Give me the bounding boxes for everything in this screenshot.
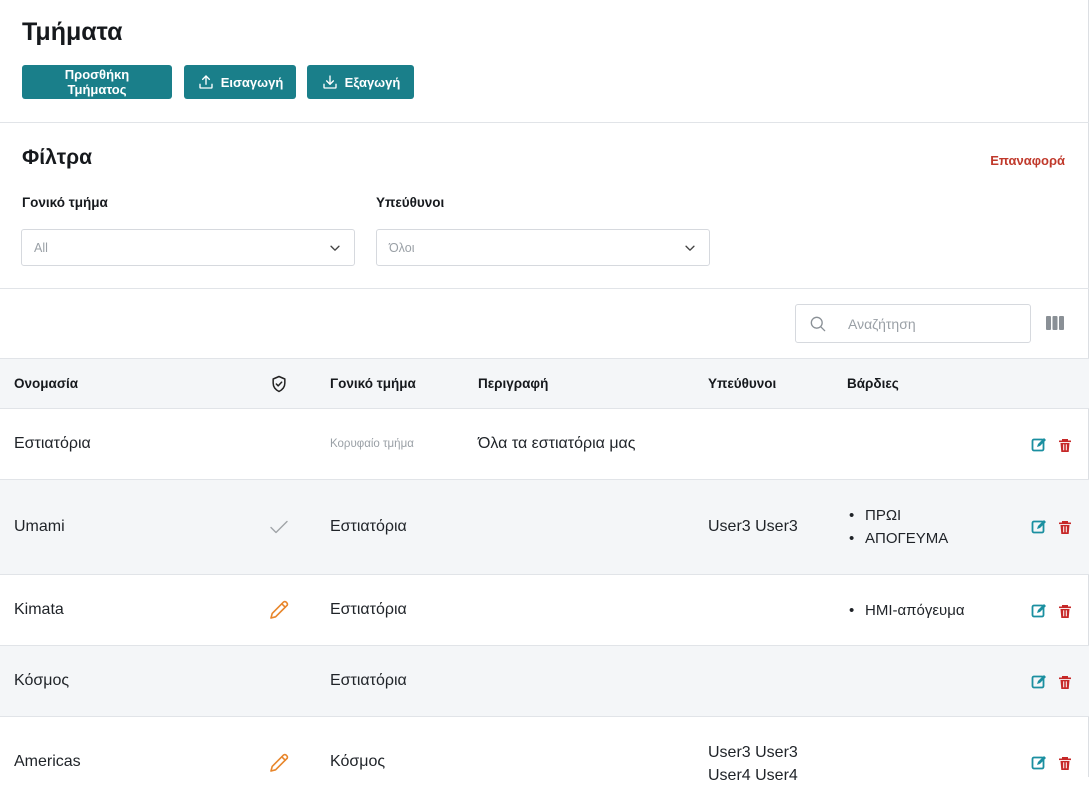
row-owners: User3 User3 User4 User4 xyxy=(708,741,798,787)
row-parent: Εστιατόρια xyxy=(330,672,407,689)
table-row[interactable]: Εστιατόρια Κορυφαίο τμήμα Όλα τα εστιατό… xyxy=(0,409,1089,480)
owners-filter-label: Υπεύθυνοι xyxy=(376,195,445,210)
page-title: Τμήματα xyxy=(22,18,123,46)
parent-filter-value: All xyxy=(34,240,48,255)
delete-icon[interactable] xyxy=(1057,603,1073,619)
row-name: Umami xyxy=(14,518,65,535)
delete-icon[interactable] xyxy=(1057,437,1073,453)
columns-icon[interactable] xyxy=(1046,315,1064,331)
delete-icon[interactable] xyxy=(1057,519,1073,535)
search-box[interactable] xyxy=(795,304,1031,343)
download-icon xyxy=(322,75,337,89)
row-parent: Κορυφαίο τμήμα xyxy=(330,438,414,450)
add-department-button[interactable]: Προσθήκη Τμήματος xyxy=(22,65,172,99)
edit-icon[interactable] xyxy=(1031,603,1047,619)
owners-filter-select[interactable]: Όλοι xyxy=(376,229,710,266)
row-parent: Εστιατόρια xyxy=(330,518,407,535)
shift-item: ΗΜΙ-απόγευμα xyxy=(847,599,965,622)
check-icon xyxy=(270,520,288,534)
owner-name: User3 User3 xyxy=(708,744,798,761)
row-shifts: ΠΡΩΙ ΑΠΟΓΕΥΜΑ xyxy=(847,504,948,550)
export-label: Εξαγωγή xyxy=(344,74,401,90)
parent-filter-select[interactable]: All xyxy=(21,229,355,266)
chevron-down-icon xyxy=(330,245,340,251)
row-name: Americas xyxy=(14,753,81,770)
delete-icon[interactable] xyxy=(1057,674,1073,690)
row-description: Όλα τα εστιατόρια μας xyxy=(478,435,636,452)
column-header-name[interactable]: Ονομασία xyxy=(14,376,78,391)
column-header-owners[interactable]: Υπεύθυνοι xyxy=(708,376,776,391)
edit-icon[interactable] xyxy=(1031,755,1047,771)
table-row[interactable]: Κόσμος Εστιατόρια xyxy=(0,646,1089,717)
row-name: Κόσμος xyxy=(14,672,70,689)
shield-check-icon xyxy=(272,375,286,393)
table-header: Ονομασία Γονικό τμήμα Περιγραφή Υπεύθυνο… xyxy=(0,358,1089,409)
row-name: Εστιατόρια xyxy=(14,435,91,452)
search-input[interactable] xyxy=(846,314,1010,333)
delete-icon[interactable] xyxy=(1057,755,1073,771)
table-row[interactable]: Kimata Εστιατόρια ΗΜΙ-απόγευμα xyxy=(0,575,1089,646)
divider xyxy=(0,122,1089,123)
import-button[interactable]: Εισαγωγή xyxy=(184,65,296,99)
shift-item: ΠΡΩΙ xyxy=(847,504,948,527)
upload-icon xyxy=(199,75,213,89)
reset-filters-link[interactable]: Επαναφορά xyxy=(990,153,1065,168)
shift-item: ΑΠΟΓΕΥΜΑ xyxy=(847,527,948,550)
divider xyxy=(0,288,1089,289)
owner-name: User4 User4 xyxy=(708,767,798,784)
import-label: Εισαγωγή xyxy=(220,74,284,90)
search-icon xyxy=(810,316,826,331)
filters-title: Φίλτρα xyxy=(22,146,93,169)
edit-icon[interactable] xyxy=(1031,519,1047,535)
row-parent: Κόσμος xyxy=(330,753,386,770)
row-owners: User3 User3 xyxy=(708,518,798,535)
table-row[interactable]: Umami Εστιατόρια User3 User3 ΠΡΩΙ ΑΠΟΓΕΥ… xyxy=(0,480,1089,575)
row-shifts: ΗΜΙ-απόγευμα xyxy=(847,599,965,622)
add-department-label: Προσθήκη Τμήματος xyxy=(64,67,130,97)
row-parent: Εστιατόρια xyxy=(330,601,407,618)
edit-icon[interactable] xyxy=(1031,674,1047,690)
chevron-down-icon xyxy=(685,245,695,251)
table-row[interactable]: Americas Κόσμος User3 User3 User4 User4 xyxy=(0,717,1089,784)
parent-filter-label: Γονικό τμήμα xyxy=(22,195,108,210)
pencil-icon xyxy=(270,753,289,772)
owners-filter-value: Όλοι xyxy=(389,240,415,255)
row-name: Kimata xyxy=(14,601,64,618)
column-header-shifts[interactable]: Βάρδιες xyxy=(847,376,899,391)
pencil-icon xyxy=(270,600,289,619)
column-header-parent[interactable]: Γονικό τμήμα xyxy=(330,376,416,391)
export-button[interactable]: Εξαγωγή xyxy=(307,65,414,99)
column-header-description[interactable]: Περιγραφή xyxy=(478,376,548,391)
edit-icon[interactable] xyxy=(1031,437,1047,453)
